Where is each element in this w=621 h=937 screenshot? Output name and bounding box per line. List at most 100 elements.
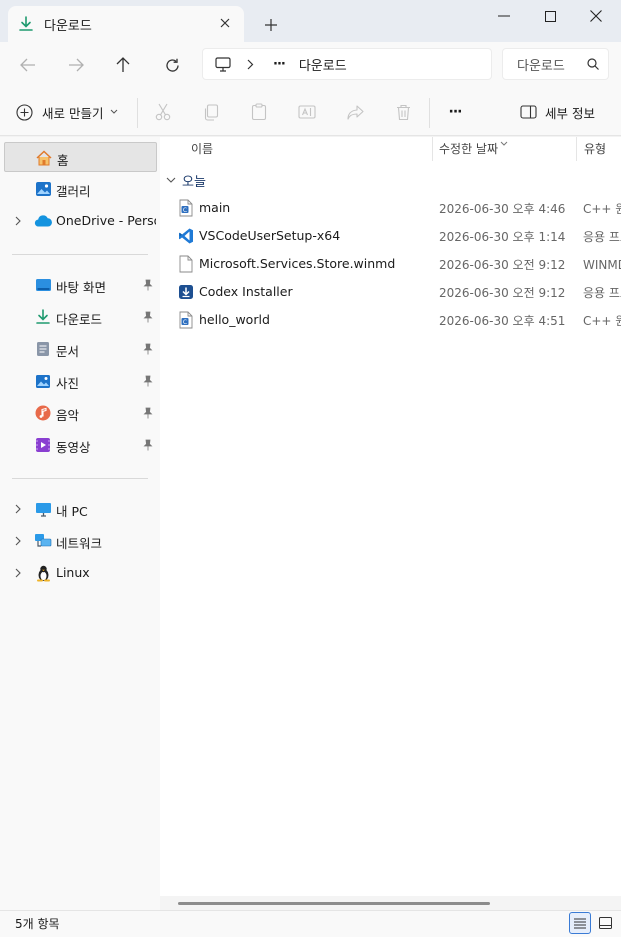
paste-button[interactable] — [248, 101, 270, 123]
file-type: 응용 프로그램 — [583, 230, 621, 244]
sidebar-item-label: OneDrive - Personal — [56, 213, 156, 228]
sidebar-item-linux[interactable]: Linux — [4, 558, 157, 588]
details-view-button[interactable] — [569, 912, 591, 934]
search-box[interactable]: 다운로드 검색 — [502, 48, 609, 80]
delete-button[interactable] — [392, 101, 414, 123]
chevron-down-icon — [111, 109, 118, 114]
address-bar[interactable]: ··· 다운로드 — [202, 48, 492, 80]
share-button[interactable] — [344, 101, 366, 123]
file-row-hello-world[interactable]: C hello_world 2026-06-30 오후 4:51 C++ 원본 — [170, 306, 621, 334]
file-name: Codex Installer — [199, 284, 293, 299]
sidebar-item-downloads[interactable]: 다운로드 — [4, 302, 157, 332]
column-header-type[interactable]: 유형 — [584, 140, 606, 157]
new-tab-button[interactable] — [258, 12, 284, 38]
back-button[interactable] — [13, 50, 43, 80]
sort-chevron-icon — [500, 135, 508, 149]
file-date: 2026-06-30 오후 4:46 — [439, 202, 566, 216]
file-name: main — [199, 200, 231, 215]
details-pane-icon — [520, 105, 537, 119]
search-input[interactable]: 다운로드 검색 — [517, 55, 569, 74]
sidebar-item-label: 사진 — [56, 376, 80, 391]
cut-button[interactable] — [152, 101, 174, 123]
sidebar-item-this-pc[interactable]: 내 PC — [4, 494, 157, 524]
file-type: C++ 원본 — [583, 202, 621, 216]
svg-text:C: C — [183, 207, 187, 214]
sidebar-item-label: 음악 — [56, 408, 80, 423]
pin-icon[interactable] — [142, 278, 154, 292]
minimize-button[interactable] — [481, 0, 527, 32]
column-header-name[interactable]: 이름 — [191, 140, 213, 157]
add-circle-icon — [16, 103, 33, 121]
command-separator — [429, 98, 430, 128]
computer-icon — [215, 56, 231, 72]
command-separator — [137, 98, 138, 128]
column-separator[interactable] — [576, 137, 577, 161]
cut-icon — [155, 103, 171, 121]
sidebar-item-music[interactable]: 음악 — [4, 398, 157, 428]
breadcrumb-more[interactable]: ··· — [273, 57, 286, 72]
sidebar-item-gallery[interactable]: 갤러리 — [4, 174, 157, 204]
refresh-button[interactable] — [157, 50, 187, 80]
forward-button[interactable] — [61, 50, 91, 80]
refresh-icon — [165, 58, 179, 72]
rename-icon — [298, 105, 316, 119]
copy-button[interactable] — [200, 101, 222, 123]
group-header-today[interactable]: 오늘 — [166, 171, 206, 190]
more-options-button[interactable]: ··· — [444, 103, 466, 121]
file-row-vscode-setup[interactable]: VSCodeUserSetup-x64 2026-06-30 오후 1:14 응… — [170, 222, 621, 250]
pin-icon[interactable] — [142, 406, 154, 420]
scrollbar-thumb[interactable] — [178, 902, 490, 905]
file-name: Microsoft.Services.Store.winmd — [199, 256, 396, 271]
close-window-button[interactable] — [573, 0, 619, 32]
breadcrumb-current[interactable]: 다운로드 — [299, 55, 347, 74]
sidebar-item-documents[interactable]: 문서 — [4, 334, 157, 364]
list-view-icon — [574, 918, 586, 928]
pin-icon[interactable] — [142, 374, 154, 388]
maximize-button[interactable] — [527, 0, 573, 32]
cpp-file-icon: C — [179, 311, 193, 329]
item-count: 5개 항목 — [15, 917, 60, 931]
breadcrumb-chevron-icon — [247, 59, 254, 70]
generic-file-icon — [179, 255, 193, 273]
sidebar-separator — [12, 254, 148, 255]
arrow-right-icon — [69, 58, 84, 72]
sidebar-item-network[interactable]: 네트워크 — [4, 526, 157, 556]
tab-downloads[interactable]: 다운로드 — [8, 6, 244, 42]
file-row-codex-installer[interactable]: Codex Installer 2026-06-30 오전 9:12 응용 프로… — [170, 278, 621, 306]
sidebar-item-label: 홈 — [57, 153, 69, 168]
column-header-date[interactable]: 수정한 날짜 — [439, 140, 498, 157]
close-tab-button[interactable] — [214, 12, 236, 34]
sidebar-item-desktop[interactable]: 바탕 화면 — [4, 270, 157, 300]
sidebar-item-label: 갤러리 — [56, 184, 91, 199]
download-icon — [34, 308, 52, 326]
expand-chevron-icon[interactable] — [12, 214, 24, 228]
expand-chevron-icon[interactable] — [12, 534, 24, 548]
sidebar-item-onedrive[interactable]: OneDrive - Personal — [4, 206, 157, 236]
file-row-winmd[interactable]: Microsoft.Services.Store.winmd 2026-06-3… — [170, 250, 621, 278]
details-pane-button[interactable]: 세부 정보 — [520, 101, 595, 123]
trash-icon — [396, 104, 410, 120]
new-button-label: 새로 만들기 — [42, 105, 104, 121]
new-button[interactable]: 새로 만들기 — [16, 101, 118, 123]
file-date: 2026-06-30 오전 9:12 — [439, 258, 566, 272]
up-button[interactable] — [108, 50, 138, 80]
pin-icon[interactable] — [142, 438, 154, 452]
minimize-icon — [498, 15, 510, 17]
expand-chevron-icon[interactable] — [12, 566, 24, 580]
pin-icon[interactable] — [142, 342, 154, 356]
svg-text:C: C — [183, 319, 187, 326]
column-separator[interactable] — [432, 137, 433, 161]
tiles-view-button[interactable] — [594, 912, 616, 934]
sidebar-item-videos[interactable]: 동영상 — [4, 430, 157, 460]
sidebar-item-home[interactable]: 홈 — [4, 142, 157, 172]
chevron-down-icon — [166, 177, 176, 183]
horizontal-scrollbar[interactable] — [160, 896, 621, 910]
expand-chevron-icon[interactable] — [12, 502, 24, 516]
file-type: C++ 원본 — [583, 314, 621, 328]
sidebar-item-pictures[interactable]: 사진 — [4, 366, 157, 396]
sidebar-item-label: 동영상 — [56, 440, 91, 455]
pin-icon[interactable] — [142, 310, 154, 324]
maximize-icon — [544, 10, 556, 22]
rename-button[interactable] — [296, 101, 318, 123]
file-row-main[interactable]: C main 2026-06-30 오후 4:46 C++ 원본 — [170, 194, 621, 222]
